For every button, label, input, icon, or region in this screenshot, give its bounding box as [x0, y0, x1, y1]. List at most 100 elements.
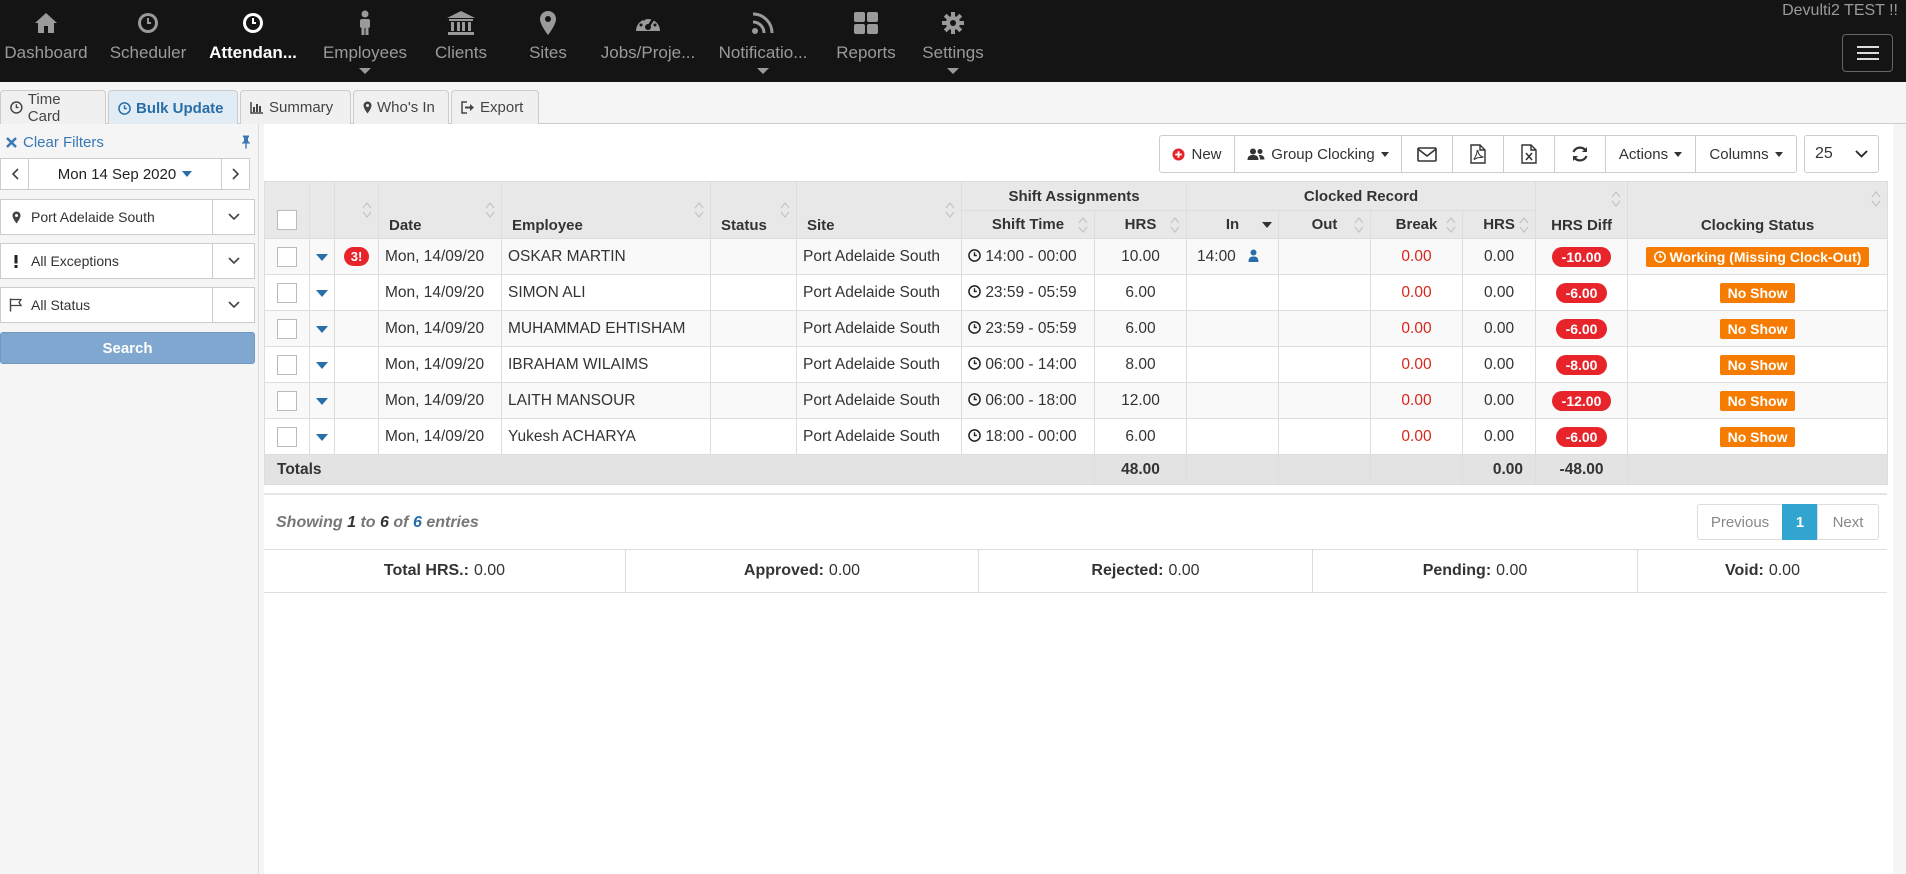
table-row[interactable]: Mon, 14/09/20 Yukesh ACHARYA Port Adelai…	[264, 418, 1889, 455]
nav-clients[interactable]: Clients	[425, 0, 497, 82]
refresh-button[interactable]	[1554, 135, 1606, 173]
date-display[interactable]: Mon 14 Sep 2020	[29, 159, 221, 189]
row-in[interactable]	[1186, 418, 1280, 455]
employee-header[interactable]: Employee	[501, 181, 711, 239]
nav-settings[interactable]: Settings	[916, 0, 990, 82]
table-row[interactable]: Mon, 14/09/20 LAITH MANSOUR Port Adelaid…	[264, 382, 1889, 419]
row-checkbox[interactable]	[277, 426, 297, 447]
table-row[interactable]: 3! Mon, 14/09/20 OSKAR MARTIN Port Adela…	[264, 238, 1889, 275]
row-in[interactable]	[1186, 310, 1280, 347]
tab-export[interactable]: Export	[451, 90, 539, 124]
close-icon	[6, 137, 17, 148]
row-out[interactable]	[1278, 346, 1372, 383]
expand-row-icon[interactable]	[316, 325, 328, 333]
nav-scheduler[interactable]: Scheduler	[104, 0, 192, 82]
row-in[interactable]: 14:00	[1186, 238, 1280, 275]
nav-dashboard[interactable]: Dashboard	[0, 0, 92, 82]
row-checkbox[interactable]	[277, 318, 297, 339]
page-size-select[interactable]: 25	[1804, 135, 1879, 173]
row-checkbox[interactable]	[277, 354, 297, 375]
date-header[interactable]: Date	[378, 181, 502, 239]
table-row[interactable]: Mon, 14/09/20 SIMON ALI Port Adelaide So…	[264, 274, 1889, 311]
expand-row-icon[interactable]	[316, 361, 328, 369]
select-all-checkbox[interactable]	[277, 210, 297, 230]
exceptions-filter-select[interactable]: All Exceptions	[0, 243, 255, 279]
page-size-value: 25	[1815, 145, 1833, 162]
new-button[interactable]: New	[1159, 135, 1235, 173]
row-status	[710, 238, 797, 275]
nav-reports[interactable]: Reports	[830, 0, 902, 82]
actions-dropdown[interactable]: Actions	[1605, 135, 1696, 173]
sort-icon	[780, 202, 790, 218]
row-out[interactable]	[1278, 274, 1372, 311]
row-out[interactable]	[1278, 382, 1372, 419]
row-employee[interactable]: LAITH MANSOUR	[501, 382, 711, 419]
row-hrs: 0.00	[1462, 310, 1537, 347]
group-clocking-button[interactable]: Group Clocking	[1234, 135, 1402, 173]
row-checkbox[interactable]	[277, 282, 297, 303]
expand-row-icon[interactable]	[316, 289, 328, 297]
site-filter-select[interactable]: Port Adelaide South	[0, 199, 255, 235]
page-1-button[interactable]: 1	[1782, 504, 1818, 540]
row-in[interactable]	[1186, 274, 1280, 311]
nav-jobs[interactable]: Jobs/Proje...	[601, 0, 695, 82]
flag-header[interactable]	[334, 181, 379, 239]
sort-icon	[694, 202, 704, 218]
status-header[interactable]: Status	[710, 181, 797, 239]
previous-page-button[interactable]: Previous	[1697, 504, 1783, 540]
expand-row-icon[interactable]	[316, 397, 328, 405]
email-button[interactable]	[1401, 135, 1453, 173]
nav-sites[interactable]: Sites	[513, 0, 583, 82]
status-filter-select[interactable]: All Status	[0, 287, 255, 323]
nav-employees[interactable]: Employees	[320, 0, 410, 82]
tab-time-card[interactable]: Time Card	[0, 90, 106, 125]
expand-row-icon[interactable]	[316, 433, 328, 441]
export-pdf-button[interactable]	[1452, 135, 1504, 173]
row-checkbox[interactable]	[277, 246, 297, 267]
pin-icon[interactable]	[240, 135, 252, 149]
hrs-diff-header[interactable]: HRS Diff	[1535, 181, 1629, 239]
row-employee[interactable]: OSKAR MARTIN	[501, 238, 711, 275]
previous-day-button[interactable]	[1, 159, 29, 189]
row-employee[interactable]: SIMON ALI	[501, 274, 711, 311]
table-row[interactable]: Mon, 14/09/20 MUHAMMAD EHTISHAM Port Ade…	[264, 310, 1889, 347]
sort-icon	[362, 202, 372, 218]
row-employee[interactable]: MUHAMMAD EHTISHAM	[501, 310, 711, 347]
clock-icon	[968, 320, 981, 334]
row-out[interactable]	[1278, 310, 1372, 347]
columns-dropdown[interactable]: Columns	[1695, 135, 1797, 173]
sort-icon	[485, 202, 495, 218]
row-site: Port Adelaide South	[796, 274, 962, 311]
nav-attendance[interactable]: Attendan...	[204, 0, 302, 82]
shift-time-header[interactable]: Shift Time	[961, 210, 1095, 239]
exception-count-badge[interactable]: 3!	[343, 247, 370, 266]
break-header[interactable]: Break	[1370, 210, 1464, 239]
clocking-status-header[interactable]: Clocking Status	[1627, 181, 1889, 239]
clocked-hrs-header[interactable]: HRS	[1462, 210, 1537, 239]
shift-hrs-header[interactable]: HRS	[1093, 210, 1188, 239]
tab-whos-in[interactable]: Who's In	[353, 90, 449, 124]
row-employee[interactable]: IBRAHAM WILAIMS	[501, 346, 711, 383]
site-header[interactable]: Site	[796, 181, 962, 239]
row-shift-hrs: 6.00	[1093, 310, 1188, 347]
clear-filters-link[interactable]: Clear Filters	[6, 134, 104, 151]
search-button[interactable]: Search	[0, 332, 255, 364]
export-excel-button[interactable]	[1503, 135, 1555, 173]
row-in[interactable]	[1186, 346, 1280, 383]
tab-summary[interactable]: Summary	[240, 90, 351, 124]
next-page-button[interactable]: Next	[1817, 504, 1879, 540]
row-out[interactable]	[1278, 418, 1372, 455]
chevron-down-icon	[947, 68, 959, 74]
table-row[interactable]: Mon, 14/09/20 IBRAHAM WILAIMS Port Adela…	[264, 346, 1889, 383]
row-out[interactable]	[1278, 238, 1372, 275]
row-employee[interactable]: Yukesh ACHARYA	[501, 418, 711, 455]
next-day-button[interactable]	[221, 159, 249, 189]
nav-notifications[interactable]: Notificatio...	[718, 0, 808, 82]
in-header[interactable]: In	[1186, 210, 1280, 239]
tab-bulk-update[interactable]: Bulk Update	[108, 90, 238, 125]
out-header[interactable]: Out	[1278, 210, 1372, 239]
expand-row-icon[interactable]	[316, 253, 328, 261]
row-checkbox[interactable]	[277, 390, 297, 411]
menu-toggle-button[interactable]	[1842, 34, 1893, 72]
row-in[interactable]	[1186, 382, 1280, 419]
